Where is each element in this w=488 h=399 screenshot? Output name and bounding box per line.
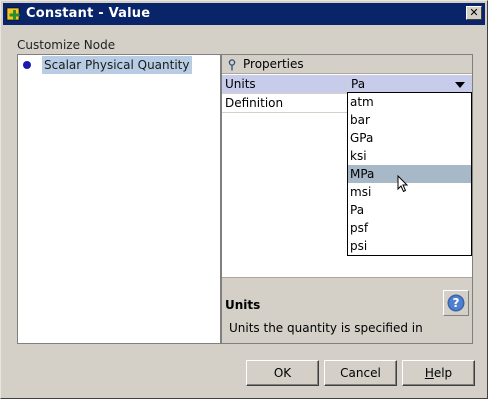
close-button[interactable]: ✕: [466, 6, 482, 20]
dropdown-option-gpa[interactable]: GPa: [348, 129, 471, 147]
dialog-window: Constant - Value ✕ Customize Node Scalar…: [0, 0, 488, 399]
tree-node-scalar-physical-quantity[interactable]: Scalar Physical Quantity: [42, 56, 192, 74]
pin-icon: [228, 59, 236, 71]
close-icon: ✕: [469, 6, 479, 19]
dropdown-option-psi[interactable]: psi: [348, 237, 471, 255]
dropdown-option-msi[interactable]: msi: [348, 183, 471, 201]
properties-header: Properties: [222, 55, 472, 74]
help-button[interactable]: Help: [402, 360, 475, 386]
dropdown-option-psf[interactable]: psf: [348, 219, 471, 237]
cancel-button[interactable]: Cancel: [324, 360, 397, 386]
node-tree[interactable]: Scalar Physical Quantity: [17, 54, 221, 344]
question-icon: ?: [447, 294, 465, 312]
property-name-units: Units: [225, 77, 256, 91]
property-name-definition: Definition: [225, 96, 284, 110]
property-help-area: Units Units the quantity is specified in…: [222, 277, 472, 343]
help-button-icon[interactable]: ?: [443, 290, 469, 316]
properties-title: Properties: [243, 57, 304, 71]
dropdown-option-mpa[interactable]: MPa: [348, 165, 471, 183]
app-icon: [6, 7, 20, 21]
mouse-pointer-icon: [397, 175, 409, 193]
title-bar[interactable]: Constant - Value ✕: [3, 3, 485, 25]
units-dropdown-list[interactable]: atm bar GPa ksi MPa msi Pa psf psi: [347, 92, 472, 256]
help-description: Units the quantity is specified in: [229, 321, 423, 335]
help-label-rest: elp: [433, 366, 453, 380]
dropdown-option-atm[interactable]: atm: [348, 93, 471, 111]
chevron-down-icon[interactable]: [455, 82, 465, 88]
dropdown-option-bar[interactable]: bar: [348, 111, 471, 129]
ok-button[interactable]: OK: [246, 360, 319, 386]
help-title: Units: [225, 298, 261, 312]
units-value[interactable]: Pa: [351, 77, 365, 91]
node-bullet-icon: [23, 61, 31, 69]
customize-node-label: Customize Node: [17, 38, 116, 52]
svg-text:?: ?: [453, 296, 460, 310]
help-mnemonic: H: [424, 366, 434, 380]
window-title: Constant - Value: [26, 6, 151, 21]
dropdown-option-pa[interactable]: Pa: [348, 201, 471, 219]
dropdown-option-ksi[interactable]: ksi: [348, 147, 471, 165]
